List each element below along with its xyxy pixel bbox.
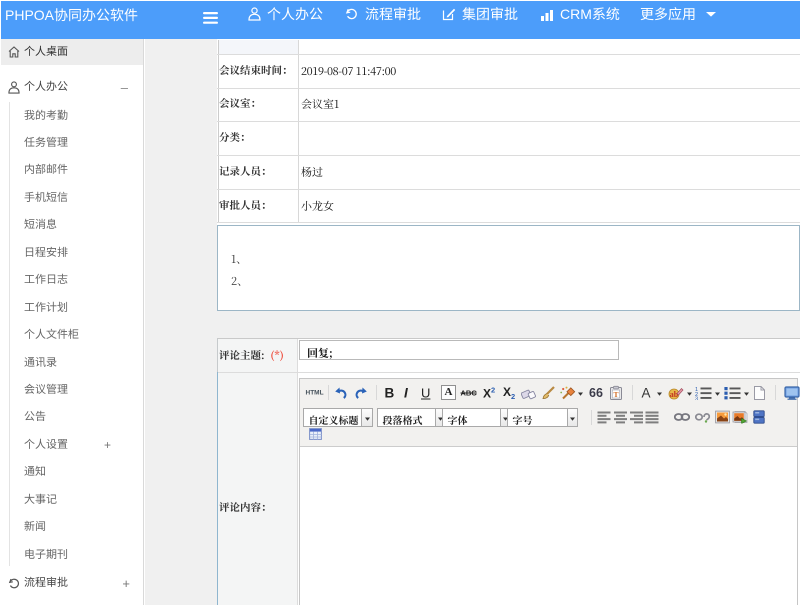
svg-text:3: 3 bbox=[695, 396, 698, 400]
svg-text:T: T bbox=[613, 390, 618, 399]
